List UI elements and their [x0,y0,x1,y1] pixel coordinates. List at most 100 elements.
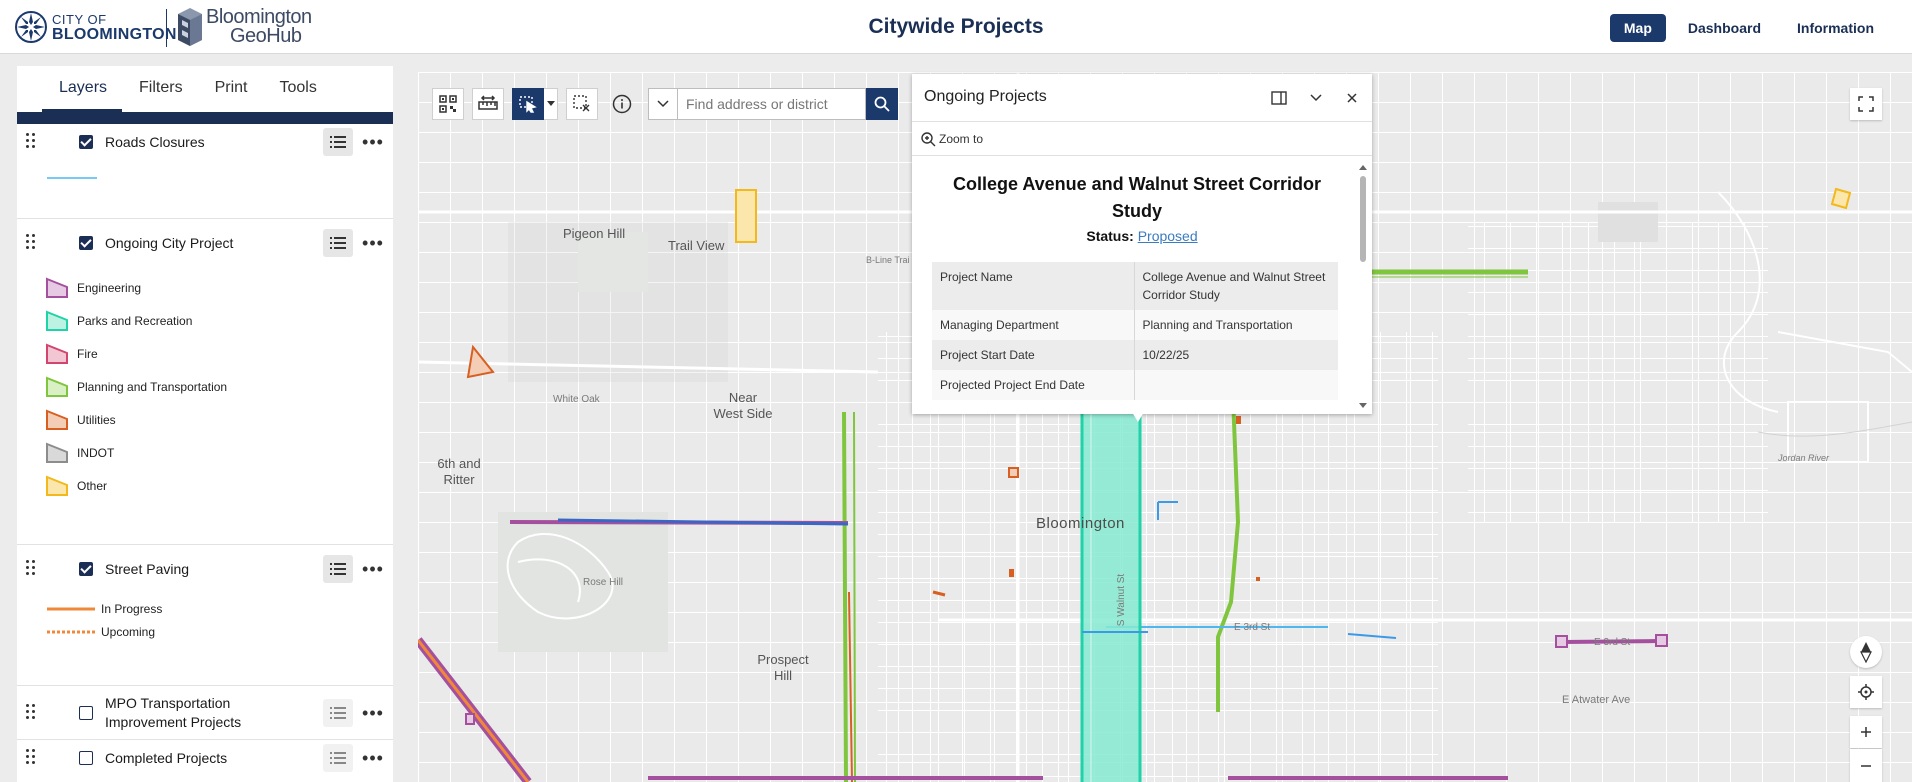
measure-button[interactable] [472,88,504,120]
info-button[interactable] [606,88,638,120]
fullscreen-icon [1858,96,1874,112]
zoom-in-icon [921,131,936,146]
popup-content: College Avenue and Walnut Street Corrido… [912,157,1372,414]
map-label-e-atwater-ave: E Atwater Ave [1562,694,1631,706]
map-label-rose-hill: Rose Hill [583,577,624,588]
logo-city-line2: BLOOMINGTON [52,26,177,43]
drag-handle-icon[interactable] [26,234,38,252]
status-link[interactable]: Proposed [1138,228,1198,244]
nav-dashboard-button[interactable]: Dashboard [1674,14,1775,42]
drag-handle-icon[interactable] [26,749,38,767]
city-seal-icon [15,11,47,43]
legend-label: Upcoming [101,624,156,639]
info-icon [612,94,632,114]
other-swatch-icon [46,475,68,496]
more-options-icon[interactable]: ••• [362,702,384,724]
layer-row: Ongoing City Project ••• [17,225,393,261]
basemap-gallery-button[interactable] [432,88,464,120]
list-icon [330,752,346,764]
layer-name: Completed Projects [105,750,228,766]
zoom-to-action[interactable]: Zoom to [912,122,1372,156]
layer-visibility-checkbox[interactable] [79,236,93,250]
drag-handle-icon[interactable] [26,704,38,722]
compass-button[interactable] [1850,636,1882,668]
minus-icon [1861,764,1871,767]
select-tool-button[interactable] [512,88,544,120]
drag-handle-icon[interactable] [26,560,38,578]
layer-name-line1: MPO Transportation [105,695,231,711]
legend-toggle-button[interactable] [323,744,353,772]
geohub-logo[interactable]: Bloomington GeoHub [174,6,312,48]
map-label-prospect-hill: Prospect Hill [757,652,809,683]
search-button[interactable] [866,88,898,120]
zoom-in-button[interactable] [1850,716,1882,748]
search-source-dropdown[interactable] [648,88,678,120]
layer-visibility-checkbox[interactable] [79,562,93,576]
drag-handle-icon[interactable] [26,133,38,151]
more-options-icon[interactable]: ••• [362,747,384,769]
layer-visibility-checkbox[interactable] [79,135,93,149]
legend-item: In Progress [45,597,393,620]
legend-item: Parks and Recreation [45,304,393,337]
more-options-icon[interactable]: ••• [362,232,384,254]
in-progress-line-swatch [47,607,95,610]
layer-ongoing-city-project: Ongoing City Project ••• Engineering Par… [17,225,393,545]
map-label-white-oak: White Oak [553,394,600,405]
legend-label: Planning and Transportation [77,379,228,394]
collapse-button[interactable] [1306,88,1326,108]
legend-toggle-button[interactable] [323,229,353,257]
tab-underline-band [17,112,393,124]
tab-tools[interactable]: Tools [263,66,332,112]
tab-print[interactable]: Print [198,66,263,112]
map-label-jordan-river: Jordan River [1778,453,1830,463]
more-options-icon[interactable]: ••• [362,558,384,580]
feature-popup: Ongoing Projects Zoom to College Avenue … [912,74,1372,414]
attribute-value [1134,370,1338,400]
attribute-value: 10/22/25 [1134,340,1338,370]
attribute-key: Managing Department [932,310,1135,340]
upcoming-line-swatch [47,630,95,633]
dock-panel-icon [1271,91,1287,105]
legend-toggle-button[interactable] [323,128,353,156]
attribute-table: Project Name College Avenue and Walnut S… [932,262,1338,400]
locate-icon [1858,684,1874,700]
map-toolbar [432,88,646,120]
geohub-cube-icon [178,8,202,46]
layer-name: Ongoing City Project [105,235,234,251]
app-header: CITY OF BLOOMINGTON Bloomington GeoHub C… [0,0,1912,54]
road-closure-line-swatch [47,177,97,179]
compass-icon [1860,642,1872,663]
table-row: Project Name College Avenue and Walnut S… [932,262,1338,310]
close-button[interactable] [1342,88,1362,108]
tab-layers[interactable]: Layers [42,66,123,112]
logo-geohub-line2: GeoHub [230,25,302,47]
attribute-key: Project Start Date [932,340,1135,370]
feature-status: Status: Proposed [912,228,1372,244]
popup-title: Ongoing Projects [924,88,1047,105]
more-options-icon[interactable]: ••• [362,131,384,153]
search-input[interactable] [678,88,866,120]
legend-item: INDOT [45,436,393,469]
locate-button[interactable] [1850,676,1882,708]
legend-toggle-button[interactable] [323,555,353,583]
layer-visibility-checkbox[interactable] [79,751,93,765]
legend-item: Other [45,469,393,502]
zoom-out-button[interactable] [1850,749,1882,782]
popup-scrollbar[interactable] [1358,164,1368,409]
chevron-down-icon [657,100,669,108]
clear-selection-button[interactable] [566,88,598,120]
legend-toggle-button[interactable] [323,699,353,727]
city-of-bloomington-logo[interactable]: CITY OF BLOOMINGTON [14,10,177,44]
layer-name: Street Paving [105,561,190,577]
dock-button[interactable] [1269,88,1289,108]
indot-swatch-icon [46,442,68,463]
fullscreen-button[interactable] [1850,88,1882,120]
select-tool-dropdown[interactable] [544,88,558,120]
zoom-to-label: Zoom to [939,131,984,146]
popup-pointer [1132,412,1144,422]
layer-completed-projects: Completed Projects ••• [17,740,393,780]
nav-information-button[interactable]: Information [1783,14,1888,42]
tab-filters[interactable]: Filters [122,66,198,112]
nav-map-button[interactable]: Map [1609,14,1666,42]
layer-visibility-checkbox[interactable] [79,706,93,720]
